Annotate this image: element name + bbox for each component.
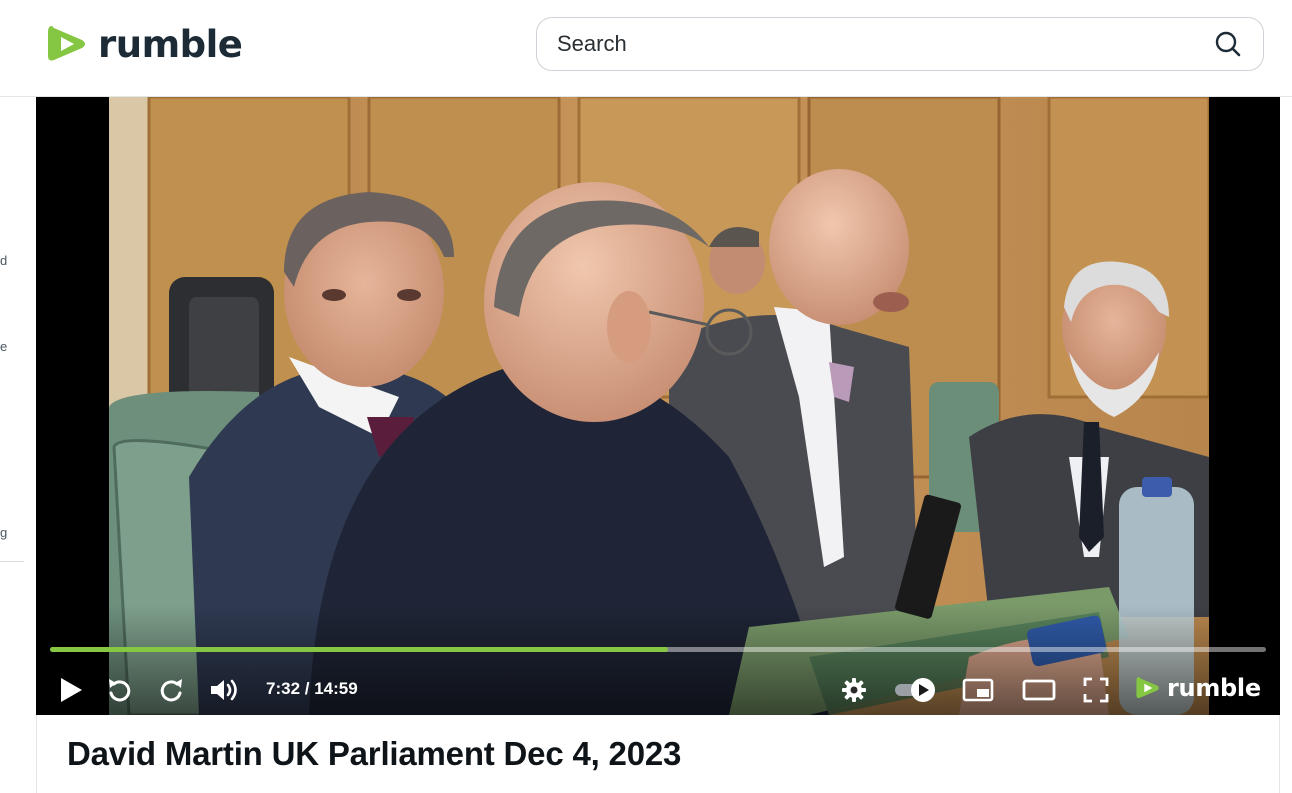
rewind-button[interactable] xyxy=(104,675,134,705)
volume-icon xyxy=(211,679,237,701)
theater-mode-button[interactable] xyxy=(1021,675,1057,705)
time-display: 7:32 / 14:59 xyxy=(266,679,358,698)
seek-bar[interactable] xyxy=(50,647,1266,652)
video-player[interactable]: 7:32 / 14:59 rumble xyxy=(36,97,1280,715)
picture-in-picture-icon xyxy=(962,678,994,702)
play-button[interactable] xyxy=(56,675,86,705)
search-bar xyxy=(536,17,1264,71)
autoplay-toggle-icon xyxy=(895,678,935,702)
theater-mode-icon xyxy=(1022,679,1056,701)
seek-bar-progress xyxy=(50,647,668,652)
sidebar-clipped: d e g xyxy=(0,97,36,793)
fullscreen-button[interactable] xyxy=(1081,675,1111,705)
player-rumble-logo[interactable]: rumble xyxy=(1134,673,1261,703)
search-button[interactable] xyxy=(1213,29,1243,59)
play-icon xyxy=(61,678,82,702)
sidebar-clipped-text: d xyxy=(0,253,8,268)
player-logo-text: rumble xyxy=(1167,674,1261,702)
rumble-logo-icon xyxy=(1136,677,1159,699)
rumble-logo[interactable]: rumble xyxy=(44,20,243,68)
forward-button[interactable] xyxy=(157,675,187,705)
autoplay-toggle[interactable] xyxy=(892,675,940,705)
rewind-icon xyxy=(109,679,131,702)
picture-in-picture-button[interactable] xyxy=(961,675,995,705)
rumble-logo-icon xyxy=(48,26,85,61)
fullscreen-icon xyxy=(1083,677,1109,703)
video-title-section: David Martin UK Parliament Dec 4, 2023 xyxy=(36,715,1280,793)
search-icon xyxy=(1215,31,1241,57)
search-input[interactable] xyxy=(557,31,1213,57)
forward-icon xyxy=(160,679,182,702)
sidebar-clipped-text: g xyxy=(0,525,8,540)
settings-gear-icon xyxy=(842,678,866,702)
settings-button[interactable] xyxy=(839,675,869,705)
rumble-logo-text: rumble xyxy=(98,22,243,66)
site-header: rumble xyxy=(0,0,1292,97)
video-title: David Martin UK Parliament Dec 4, 2023 xyxy=(67,735,682,772)
sidebar-clipped-text: e xyxy=(0,339,8,354)
sidebar-divider xyxy=(0,561,24,562)
volume-button[interactable] xyxy=(208,675,242,705)
